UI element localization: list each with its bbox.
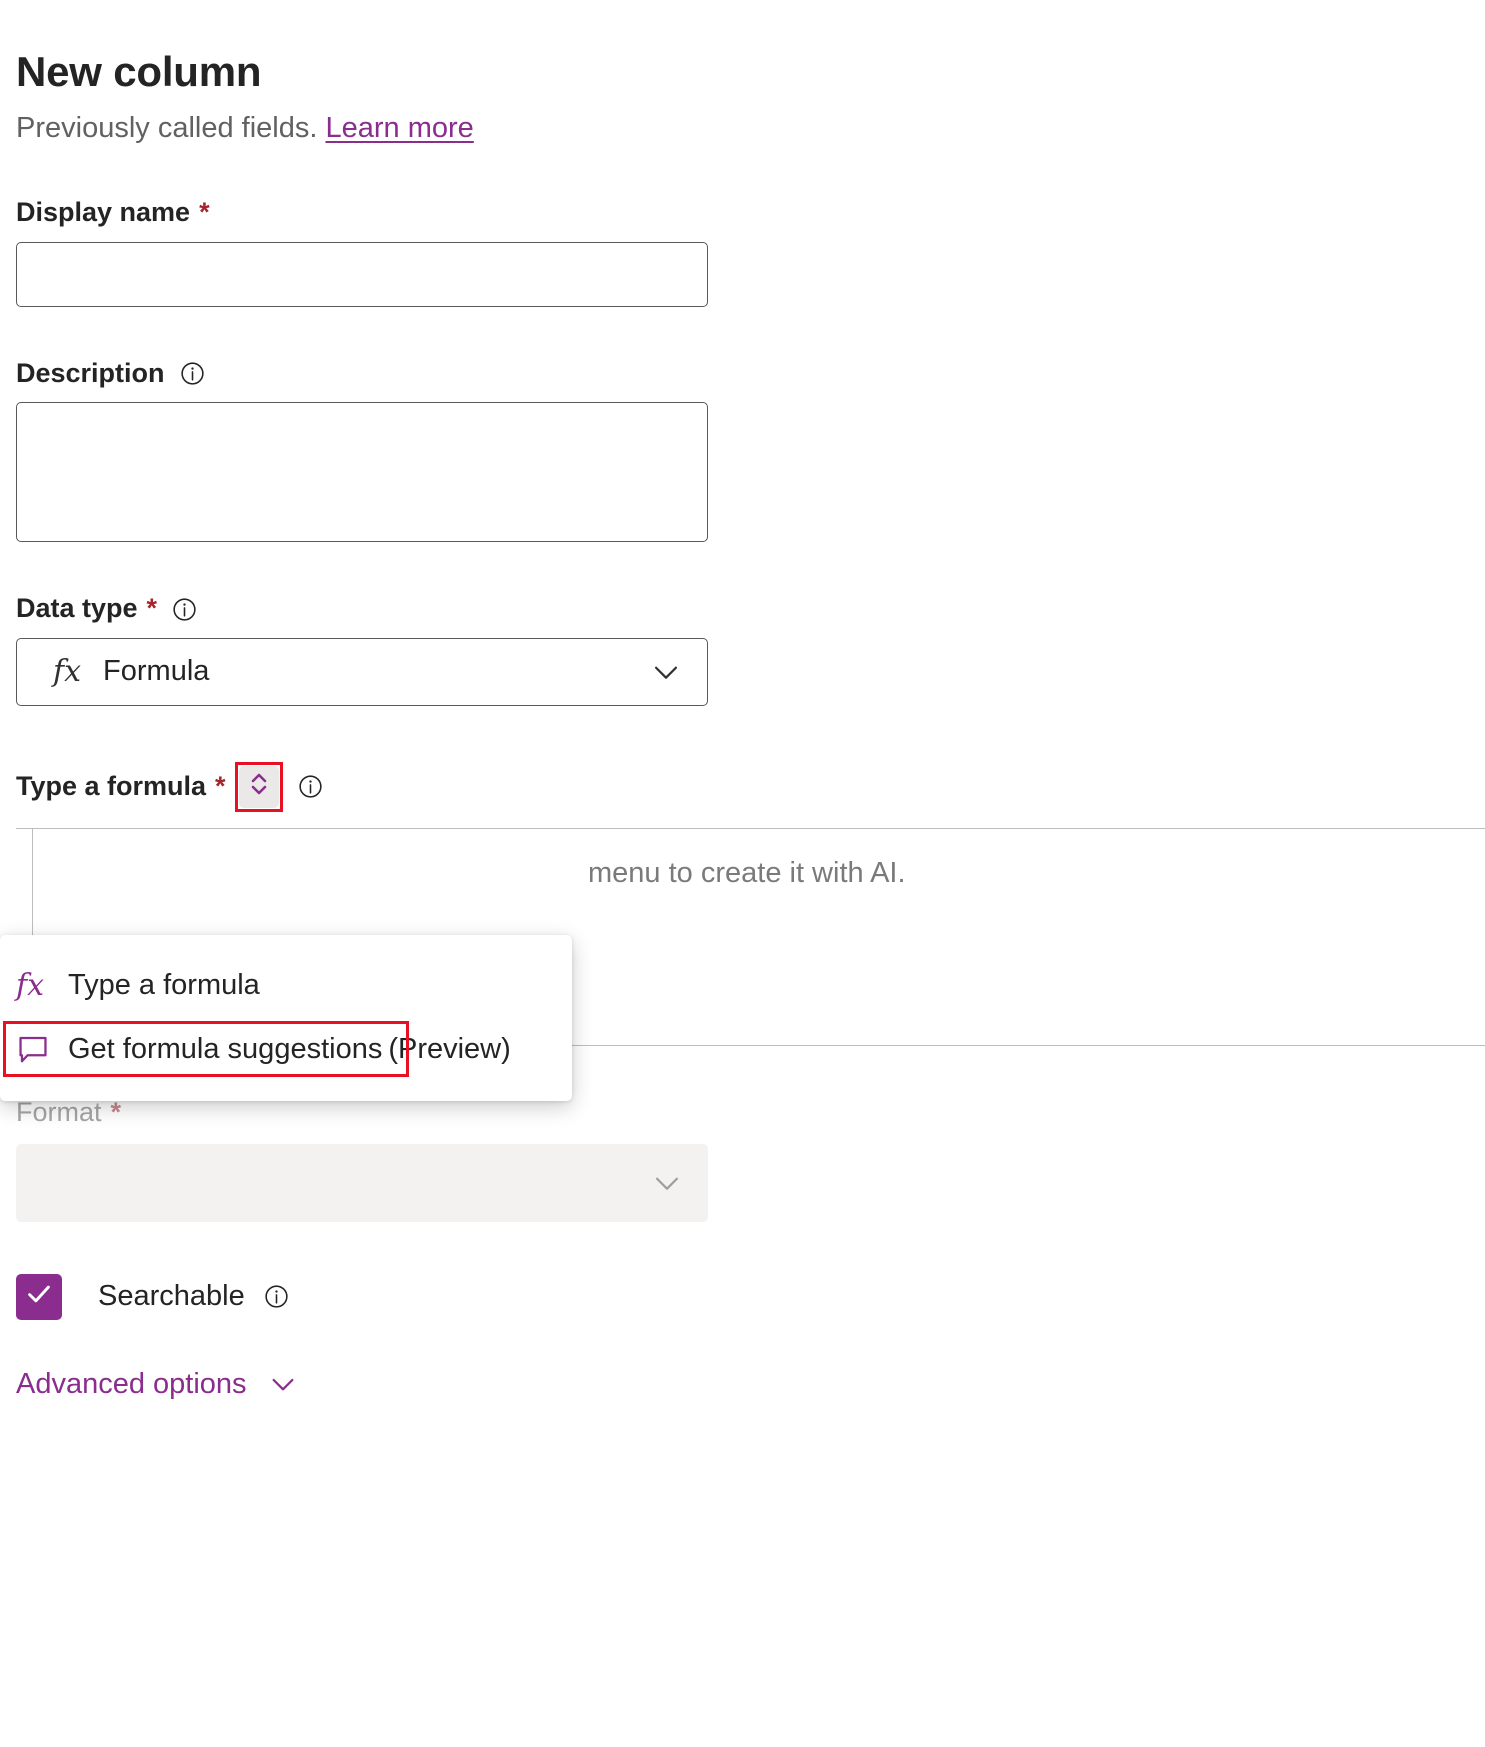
page-title: New column	[16, 48, 262, 95]
format-field: Format *	[16, 1096, 1485, 1222]
info-icon[interactable]	[263, 1283, 290, 1310]
format-label: Format *	[16, 1096, 1485, 1128]
fx-icon: fx	[53, 654, 82, 690]
info-icon[interactable]	[297, 773, 324, 800]
menu-item-type-a-formula[interactable]: fx Type a formula	[0, 953, 572, 1017]
menu-item-get-formula-suggestions[interactable]: Get formula suggestions (Preview)	[0, 1017, 572, 1081]
type-a-formula-label: Type a formula *	[16, 771, 226, 802]
info-icon[interactable]	[179, 360, 206, 387]
data-type-select[interactable]: fx Formula	[16, 637, 708, 706]
chevron-down-icon	[267, 1368, 299, 1400]
page-subtitle: Previously called fields. Learn more	[16, 111, 1485, 146]
subtitle-text: Previously called fields.	[16, 112, 318, 145]
formula-mode-highlight	[234, 761, 283, 812]
learn-more-link[interactable]: Learn more	[325, 112, 473, 144]
formula-mode-menu: fx Type a formula Get formula suggestion…	[0, 935, 572, 1101]
type-a-formula-label-text: Type a formula	[16, 771, 207, 802]
description-textarea[interactable]	[16, 402, 708, 543]
data-type-field: Data type * fx Formula	[16, 594, 1485, 706]
data-type-value: Formula	[103, 655, 210, 688]
required-asterisk: *	[215, 771, 226, 802]
description-label: Description	[16, 357, 1485, 389]
display-name-label-text: Display name	[16, 196, 191, 227]
display-name-input[interactable]	[16, 241, 708, 307]
data-type-label-text: Data type	[16, 593, 138, 624]
checkmark-icon	[24, 1279, 54, 1314]
chevron-down-icon[interactable]	[649, 655, 683, 689]
description-label-text: Description	[16, 357, 165, 388]
format-select	[16, 1143, 708, 1222]
required-asterisk: *	[199, 196, 210, 227]
required-asterisk: *	[146, 593, 158, 624]
new-column-panel: New column Previously called fields. Lea…	[0, 0, 1485, 1747]
formula-placeholder: menu to create it with AI.	[588, 856, 906, 889]
required-asterisk: *	[110, 1096, 122, 1127]
display-name-field: Display name *	[16, 196, 1485, 307]
format-label-text: Format	[16, 1096, 102, 1127]
menu-item-label: Get formula suggestions	[68, 1032, 383, 1065]
menu-item-label: Type a formula	[68, 968, 260, 1001]
description-field: Description	[16, 357, 1485, 543]
chevron-down-icon	[650, 1166, 684, 1200]
comment-icon	[16, 1032, 60, 1066]
advanced-options-toggle[interactable]: Advanced options	[16, 1368, 316, 1401]
display-name-label: Display name *	[16, 196, 1485, 228]
menu-item-suffix: (Preview)	[388, 1032, 511, 1065]
advanced-options-label: Advanced options	[16, 1367, 247, 1400]
searchable-label: Searchable	[98, 1280, 245, 1313]
info-icon[interactable]	[171, 596, 198, 623]
fx-icon: fx	[16, 967, 45, 1003]
chevron-up-down-icon	[246, 769, 272, 804]
formula-mode-toggle-button[interactable]	[238, 765, 279, 808]
data-type-label: Data type *	[16, 594, 1485, 624]
searchable-checkbox[interactable]	[16, 1273, 62, 1320]
searchable-row: Searchable	[16, 1273, 1485, 1320]
type-a-formula-label-row: Type a formula *	[16, 761, 1485, 812]
